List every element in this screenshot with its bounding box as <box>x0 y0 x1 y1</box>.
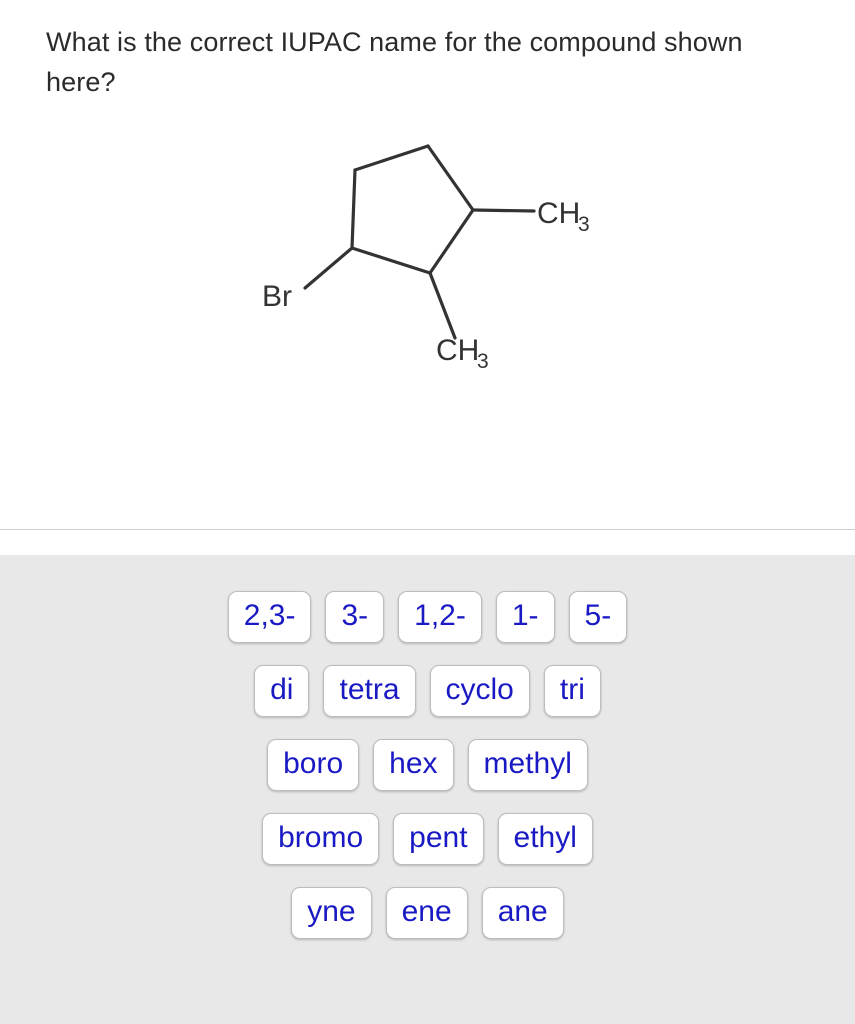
answer-tile[interactable]: tri <box>543 665 601 717</box>
substituent-bonds <box>303 208 536 340</box>
methyl-bottom-subscript: 3 <box>477 350 489 373</box>
compound-structure-figure: Br CH 3 CH 3 <box>0 110 855 400</box>
answer-tile[interactable]: yne <box>291 887 372 939</box>
bond-top-to-upperleft <box>353 144 430 172</box>
answer-tile[interactable]: ane <box>481 887 564 939</box>
answer-tile[interactable]: 5- <box>568 591 628 643</box>
bond-right-to-top <box>426 144 475 212</box>
answer-tile[interactable]: di <box>254 665 310 717</box>
skeletal-structure-svg: Br CH 3 CH 3 <box>262 144 590 373</box>
answer-tile[interactable]: tetra <box>323 665 416 717</box>
answer-tile[interactable]: hex <box>373 739 454 791</box>
question-panel: What is the correct IUPAC name for the c… <box>0 0 855 530</box>
ring-bonds <box>350 144 475 275</box>
bond-to-methyl-right <box>471 208 536 213</box>
question-prompt: What is the correct IUPAC name for the c… <box>46 27 743 97</box>
answer-tile[interactable]: 1,2- <box>398 591 482 643</box>
answer-tile[interactable]: bromo <box>262 813 380 865</box>
answer-row-5: yne ene ane <box>0 887 855 939</box>
answer-row-4: bromo pent ethyl <box>0 813 855 865</box>
answer-row-1: 2,3- 3- 1,2- 1- 5- <box>0 591 855 643</box>
answer-tile[interactable]: 2,3- <box>227 591 312 643</box>
section-divider <box>0 529 855 530</box>
bond-to-methyl-bottom <box>428 271 457 340</box>
answer-tile[interactable]: ethyl <box>497 813 593 865</box>
bond-upperleft-to-lowerleft <box>350 168 357 250</box>
bond-lowerleft-to-bottom <box>350 246 432 275</box>
answer-tile[interactable]: 3- <box>325 591 385 643</box>
methyl-right-label: CH <box>537 197 580 230</box>
answer-bank: 2,3- 3- 1,2- 1- 5- di tetra cyclo tri bo… <box>0 555 855 1024</box>
answer-tile[interactable]: ene <box>385 887 468 939</box>
answer-tile[interactable]: 1- <box>495 591 555 643</box>
bond-bottom-to-right <box>428 208 475 275</box>
answer-row-3: boro hex methyl <box>0 739 855 791</box>
bromine-label: Br <box>262 280 292 313</box>
answer-row-2: di tetra cyclo tri <box>0 665 855 717</box>
bond-to-bromine <box>303 246 354 290</box>
methyl-right-subscript: 3 <box>578 213 590 236</box>
answer-tile[interactable]: pent <box>393 813 484 865</box>
methyl-bottom-label: CH <box>436 334 479 367</box>
answer-tile[interactable]: cyclo <box>429 665 530 717</box>
answer-tile[interactable]: methyl <box>467 739 588 791</box>
answer-tile[interactable]: boro <box>267 739 360 791</box>
